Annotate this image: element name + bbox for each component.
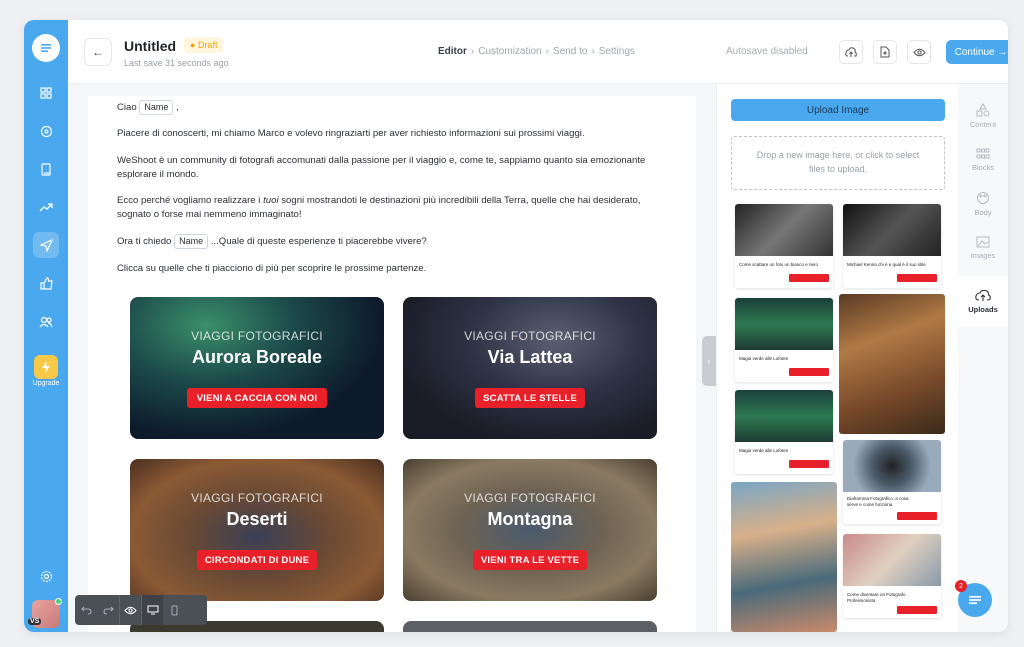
- chevron-right-icon: ›: [707, 356, 711, 366]
- settings-gear-icon[interactable]: [33, 563, 59, 589]
- upload-cloud-button[interactable]: [839, 40, 863, 64]
- tab-body[interactable]: Body: [958, 182, 1008, 226]
- back-button[interactable]: ←: [84, 38, 112, 66]
- autosave-status: Autosave disabled: [726, 46, 808, 57]
- book-icon[interactable]: [33, 156, 59, 182]
- upload-thumbnail[interactable]: Come diventare un Fotografo Professionis…: [843, 534, 941, 618]
- chat-notification-badge: 2: [955, 580, 967, 592]
- card-subtitle: VIAGGI FOTOGRAFICI: [464, 491, 596, 505]
- upgrade-icon[interactable]: [34, 355, 58, 379]
- card-title: Via Lattea: [487, 347, 573, 367]
- undo-icon[interactable]: [75, 595, 97, 625]
- online-status-dot: [55, 598, 62, 605]
- app-logo-icon[interactable]: [32, 34, 60, 62]
- card-aurora-boreale[interactable]: VIAGGI FOTOGRAFICI Aurora Boreale VIENI …: [130, 297, 384, 439]
- collapse-panel-handle[interactable]: ›: [702, 336, 716, 386]
- desktop-icon[interactable]: [141, 595, 163, 625]
- upload-thumbnail[interactable]: [731, 482, 837, 632]
- tab-uploads[interactable]: Uploads: [958, 276, 1008, 326]
- step-editor[interactable]: Editor: [438, 46, 467, 57]
- paragraph-click[interactable]: Clicca su quelle che ti piacciono di più…: [117, 262, 667, 276]
- paragraph-community[interactable]: WeShoot è un community di fotografi acco…: [117, 154, 667, 182]
- upload-thumbnail[interactable]: Magia verde alle Lofoten: [735, 390, 833, 474]
- name-merge-tag[interactable]: Name: [139, 100, 174, 115]
- breadcrumb: Editor › Customization › Send to › Settings: [438, 46, 635, 57]
- card-deserti[interactable]: VIAGGI FOTOGRAFICI Deserti CIRCONDATI DI…: [130, 459, 384, 601]
- mobile-icon[interactable]: [163, 595, 185, 625]
- users-icon[interactable]: [33, 309, 59, 335]
- upload-thumbnail[interactable]: Come scattare un foto un bianco e nero: [735, 204, 833, 288]
- preview-eye-button[interactable]: [907, 40, 931, 64]
- drop-zone[interactable]: Drop a new image here, or click to selec…: [731, 136, 945, 190]
- left-rail: Upgrade VS: [24, 20, 68, 632]
- card-title: Aurora Boreale: [191, 347, 323, 367]
- editor-bottom-toolbar: [75, 595, 207, 625]
- step-customization[interactable]: Customization: [478, 46, 541, 57]
- step-send-to[interactable]: Send to: [553, 46, 587, 57]
- thumbs-up-icon[interactable]: [33, 270, 59, 296]
- top-bar: ← Untitled ● Draft Last save 31 seconds …: [68, 20, 1008, 84]
- document-title[interactable]: Untitled: [124, 38, 176, 54]
- step-settings[interactable]: Settings: [599, 46, 635, 57]
- editor-canvas[interactable]: Ciao Name , Piacere di conoscerti, mi ch…: [68, 84, 716, 632]
- chat-icon[interactable]: [33, 118, 59, 144]
- card-subtitle: VIAGGI FOTOGRAFICI: [191, 491, 323, 505]
- redo-icon[interactable]: [97, 595, 119, 625]
- dashboard-icon[interactable]: [33, 80, 59, 106]
- tab-images[interactable]: Images: [958, 226, 1008, 270]
- export-file-button[interactable]: [873, 40, 897, 64]
- uploads-panel: Upload Image Drop a new image here, or c…: [716, 84, 958, 632]
- card-cta-button[interactable]: VIENI A CACCIA CON NOI: [187, 388, 327, 408]
- paragraph-dreams[interactable]: Ecco perché vogliamo realizzare i tuoi s…: [117, 194, 667, 222]
- upload-thumbnail[interactable]: Magia verde alle Lofoten: [735, 298, 833, 382]
- avatar-initials: VS: [28, 618, 42, 625]
- last-save-text: Last save 31 seconds ago: [124, 58, 229, 68]
- greeting-line[interactable]: Ciao Name ,: [117, 100, 667, 115]
- card-via-lattea[interactable]: VIAGGI FOTOGRAFICI Via Lattea SCATTA LE …: [403, 297, 657, 439]
- name-merge-tag-2[interactable]: Name: [174, 234, 209, 249]
- tab-content[interactable]: Content: [958, 94, 1008, 138]
- app-window: Upgrade VS ← Untitled ● Draft Last save …: [24, 20, 1008, 632]
- send-icon[interactable]: [33, 232, 59, 258]
- continue-button[interactable]: Continue →: [946, 40, 1008, 64]
- card-title: Deserti: [226, 509, 288, 529]
- upload-thumbnail[interactable]: Diaframma Fotografico: a cosa serve e co…: [843, 440, 941, 524]
- card-cta-button[interactable]: SCATTA LE STELLE: [475, 388, 585, 408]
- preview-eye-icon[interactable]: [119, 595, 141, 625]
- card-title: Montagna: [487, 509, 573, 529]
- tab-blocks[interactable]: Blocks: [958, 138, 1008, 182]
- status-badge: ● Draft: [184, 37, 224, 53]
- card-cta-button[interactable]: CIRCONDATI DI DUNE: [197, 550, 317, 570]
- card-partial[interactable]: [403, 621, 657, 632]
- paragraph-question[interactable]: Ora ti chiedo Name ...Quale di queste es…: [117, 234, 667, 249]
- card-subtitle: VIAGGI FOTOGRAFICI: [191, 329, 323, 343]
- upload-thumbnail[interactable]: Michael Kenna chi è e qual è il suo stil…: [843, 204, 941, 288]
- card-cta-button[interactable]: VIENI TRA LE VETTE: [473, 550, 587, 570]
- upload-image-button[interactable]: Upload Image: [731, 99, 945, 121]
- side-tabs: Content Blocks Body Images Uploads: [958, 84, 1008, 632]
- upgrade-label[interactable]: Upgrade: [24, 380, 68, 387]
- paragraph-intro[interactable]: Piacere di conoscerti, mi chiamo Marco e…: [117, 127, 667, 141]
- arrow-left-icon: ←: [92, 45, 104, 59]
- card-subtitle: VIAGGI FOTOGRAFICI: [464, 329, 596, 343]
- email-body[interactable]: Ciao Name , Piacere di conoscerti, mi ch…: [88, 96, 696, 632]
- upload-thumbnail[interactable]: [839, 294, 945, 434]
- card-montagna[interactable]: VIAGGI FOTOGRAFICI Montagna VIENI TRA LE…: [403, 459, 657, 601]
- trending-icon[interactable]: [33, 194, 59, 220]
